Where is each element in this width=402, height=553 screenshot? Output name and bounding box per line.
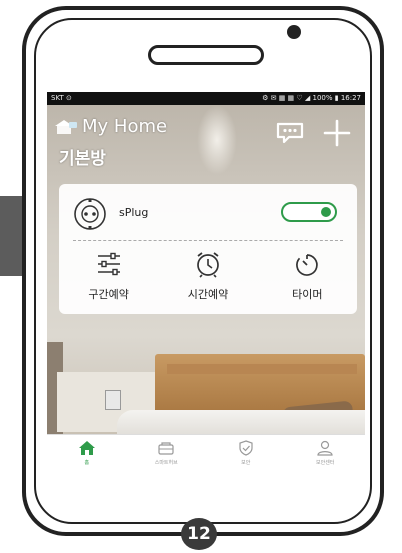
home-selector[interactable]: My Home xyxy=(55,116,167,137)
headboard-detail xyxy=(167,364,357,374)
action-timer[interactable]: 타이머 xyxy=(258,248,357,308)
action-label: 시간예약 xyxy=(187,288,229,301)
lamp-glow xyxy=(197,105,237,175)
room-name[interactable]: 기본방 xyxy=(59,144,106,169)
app-screen: SKT ⊙ ⚙ ✉ ▦ ▦ ♡ ◢ 100% ▮ 16:27 My Home 기… xyxy=(47,92,365,470)
bottom-nav: 홈 스마트허브 보안 보안센터 xyxy=(47,434,365,470)
toggle-knob xyxy=(321,207,331,217)
page-number-badge: 12 xyxy=(181,518,217,550)
status-indicators: ⚙ ✉ ▦ ▦ ♡ ◢ 100% ▮ 16:27 xyxy=(262,94,361,102)
action-label: 구간예약 xyxy=(88,288,129,301)
home-icon xyxy=(78,441,95,455)
camera-icon xyxy=(287,25,301,39)
nav-label: 보안 xyxy=(241,460,251,466)
divider xyxy=(73,240,343,241)
background-picture xyxy=(105,390,121,410)
home-title: My Home xyxy=(82,116,168,137)
message-button[interactable] xyxy=(275,122,305,144)
chat-bubble-icon xyxy=(276,122,304,144)
plug-icon xyxy=(73,197,107,231)
action-time-schedule[interactable]: 시간예약 xyxy=(158,248,257,308)
device-card: sPlug 구간예약 시간예약 타이머 xyxy=(59,184,357,314)
nav-security[interactable]: 보안 xyxy=(206,435,286,470)
nav-home[interactable]: 홈 xyxy=(47,435,127,470)
nav-security-center[interactable]: 보안센터 xyxy=(286,435,366,470)
nav-label: 스마트허브 xyxy=(154,460,178,466)
plus-icon xyxy=(323,119,351,147)
device-name: sPlug xyxy=(119,206,149,219)
power-toggle[interactable] xyxy=(281,202,337,222)
hub-icon xyxy=(158,442,174,455)
person-icon xyxy=(317,440,333,456)
action-row: 구간예약 시간예약 타이머 xyxy=(59,248,357,308)
timer-icon xyxy=(296,254,319,276)
add-button[interactable] xyxy=(322,118,352,148)
device-row[interactable]: sPlug xyxy=(59,184,357,240)
carrier-label: SKT ⊙ xyxy=(51,94,72,102)
action-interval-schedule[interactable]: 구간예약 xyxy=(59,248,158,308)
status-bar: SKT ⊙ ⚙ ✉ ▦ ▦ ♡ ◢ 100% ▮ 16:27 xyxy=(47,92,365,105)
shield-icon xyxy=(239,440,253,456)
sliders-icon xyxy=(97,252,120,276)
nav-label: 홈 xyxy=(84,460,90,466)
nav-label: 보안센터 xyxy=(316,460,335,466)
speaker-slot xyxy=(148,45,264,65)
action-label: 타이머 xyxy=(292,288,323,301)
alarm-clock-icon xyxy=(197,252,219,278)
nav-smart-hub[interactable]: 스마트허브 xyxy=(127,435,207,470)
house-icon xyxy=(55,119,77,135)
